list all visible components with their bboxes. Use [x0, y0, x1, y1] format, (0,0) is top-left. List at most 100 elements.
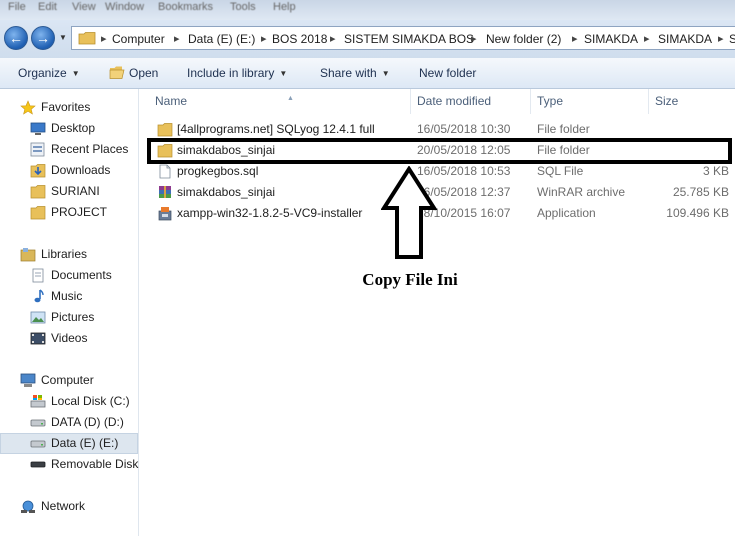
breadcrumb-separator-icon[interactable]: ▸: [330, 31, 336, 47]
nav-suriani[interactable]: SURIANI: [0, 181, 138, 202]
music-icon: [34, 289, 44, 303]
file-date: 16/05/2018 10:30: [417, 122, 511, 136]
file-row[interactable]: simakdabos_sinjai 16/05/2018 12:37 WinRA…: [149, 182, 735, 203]
open-label: Open: [129, 66, 159, 80]
breadcrumb-simakda[interactable]: SIMAKDA: [584, 31, 638, 47]
column-header-date[interactable]: Date modified: [411, 89, 531, 114]
menu-bookmarks[interactable]: Bookmarks: [158, 1, 213, 13]
nav-computer[interactable]: Computer: [0, 370, 138, 391]
organize-label: Organize: [18, 66, 67, 80]
folder-icon: [30, 206, 46, 220]
open-folder-icon: [109, 66, 125, 79]
libraries-icon: [20, 248, 36, 262]
nav-libraries[interactable]: Libraries: [0, 244, 138, 265]
forward-button[interactable]: →: [31, 26, 55, 50]
file-type: SQL File: [537, 164, 584, 178]
nav-item-label: Pictures: [51, 310, 95, 324]
column-header-name[interactable]: ▲ Name: [149, 89, 411, 114]
document-icon: [159, 164, 171, 179]
include-in-library-button[interactable]: Include in library ▼: [187, 65, 287, 81]
chevron-down-icon: ▼: [279, 69, 288, 78]
nav-removable-disk[interactable]: Removable Disk: [0, 454, 138, 475]
file-size: 3 KB: [702, 164, 729, 178]
breadcrumb-separator-icon[interactable]: ▸: [572, 31, 578, 47]
breadcrumb-truncated[interactable]: S: [729, 31, 735, 47]
share-with-button[interactable]: Share with ▼: [320, 65, 390, 81]
breadcrumb-sistem-simakda-bos[interactable]: SISTEM SIMAKDA BOS: [344, 31, 474, 47]
highlight-box: [147, 138, 732, 164]
menu-help[interactable]: Help: [273, 1, 296, 13]
file-size: 109.496 KB: [666, 206, 729, 220]
breadcrumb-separator-icon[interactable]: ▸: [101, 31, 107, 47]
open-button[interactable]: Open: [109, 65, 158, 81]
breadcrumb-data-e[interactable]: Data (E) (E:): [188, 31, 255, 47]
nav-project[interactable]: PROJECT: [0, 202, 138, 223]
nav-downloads[interactable]: Downloads: [0, 160, 138, 181]
downloads-icon: [30, 164, 46, 178]
address-row: ← → ▼ ▸ Computer ▸ Data (E) (E:) ▸ BOS 2…: [0, 20, 735, 58]
nav-desktop[interactable]: Desktop: [0, 118, 138, 139]
installer-icon: [158, 207, 172, 221]
nav-music[interactable]: Music: [0, 286, 138, 307]
file-name: simakdabos_sinjai: [177, 185, 276, 199]
videos-icon: [30, 332, 46, 345]
column-header-name-label: Name: [155, 94, 188, 108]
folder-icon: [30, 185, 46, 199]
file-row[interactable]: progkegbos.sql 16/05/2018 10:53 SQL File…: [149, 161, 735, 182]
archive-icon: [159, 186, 171, 198]
column-header-type[interactable]: Type: [531, 89, 649, 114]
nav-computer-label: Computer: [41, 373, 94, 387]
nav-documents[interactable]: Documents: [0, 265, 138, 286]
breadcrumb-separator-icon[interactable]: ▸: [471, 31, 477, 47]
menu-file[interactable]: File: [8, 1, 26, 13]
column-header-size[interactable]: Size: [649, 89, 735, 114]
nav-item-label: Data (E) (E:): [51, 436, 119, 450]
breadcrumb-computer[interactable]: Computer: [112, 31, 165, 47]
nav-recent-places[interactable]: Recent Places: [0, 139, 138, 160]
nav-item-label: Desktop: [51, 121, 96, 135]
chevron-down-icon: ▼: [381, 69, 390, 78]
menu-edit[interactable]: Edit: [38, 1, 57, 13]
nav-item-label: Videos: [51, 331, 88, 345]
nav-local-disk-c[interactable]: Local Disk (C:): [0, 391, 138, 412]
breadcrumb-separator-icon[interactable]: ▸: [718, 31, 724, 47]
menu-bar: File Edit View Window Bookmarks Tools He…: [0, 0, 735, 20]
breadcrumb-separator-icon[interactable]: ▸: [174, 31, 180, 47]
nav-item-label: Removable Disk: [51, 457, 139, 471]
breadcrumb-separator-icon[interactable]: ▸: [261, 31, 267, 47]
nav-item-label: DATA (D) (D:): [51, 415, 124, 429]
file-row[interactable]: xampp-win32-1.8.2-5-VC9-installer 28/10/…: [149, 203, 735, 224]
breadcrumb-new-folder-2[interactable]: New folder (2): [486, 31, 561, 47]
annotation-text: Copy File Ini: [362, 270, 458, 289]
file-row[interactable]: [4allprograms.net] SQLyog 12.4.1 full 16…: [149, 119, 735, 140]
recent-places-icon: [30, 142, 45, 157]
recent-pages-dropdown-icon[interactable]: ▼: [58, 33, 68, 43]
nav-libraries-label: Libraries: [41, 247, 88, 261]
new-folder-button[interactable]: New folder: [419, 65, 476, 81]
file-type: WinRAR archive: [537, 185, 626, 199]
file-name: progkegbos.sql: [177, 164, 259, 178]
nav-data-d[interactable]: DATA (D) (D:): [0, 412, 138, 433]
breadcrumb-simakda-2[interactable]: SIMAKDA: [658, 31, 712, 47]
nav-item-label: SURIANI: [51, 184, 100, 198]
file-name: xampp-win32-1.8.2-5-VC9-installer: [177, 206, 363, 220]
menu-window[interactable]: Window: [105, 1, 144, 13]
back-button[interactable]: ←: [4, 26, 28, 50]
file-type: Application: [537, 206, 596, 220]
navigation-pane: Favorites Desktop Recent Places Download…: [0, 89, 139, 536]
chevron-down-icon: ▼: [71, 69, 80, 78]
menu-tools[interactable]: Tools: [230, 1, 256, 13]
address-bar[interactable]: ▸ Computer ▸ Data (E) (E:) ▸ BOS 2018 ▸ …: [71, 26, 735, 50]
organize-button[interactable]: Organize ▼: [18, 65, 80, 81]
nav-favorites[interactable]: Favorites: [0, 97, 138, 118]
breadcrumb-separator-icon[interactable]: ▸: [644, 31, 650, 47]
desktop-icon: [30, 122, 46, 135]
breadcrumb-bos-2018[interactable]: BOS 2018: [272, 31, 327, 47]
menu-view[interactable]: View: [72, 1, 96, 13]
nav-network[interactable]: Network: [0, 496, 138, 517]
nav-pictures[interactable]: Pictures: [0, 307, 138, 328]
include-in-library-label: Include in library: [187, 66, 275, 80]
nav-videos[interactable]: Videos: [0, 328, 138, 349]
star-icon: [20, 100, 36, 115]
nav-data-e[interactable]: Data (E) (E:): [0, 433, 138, 454]
